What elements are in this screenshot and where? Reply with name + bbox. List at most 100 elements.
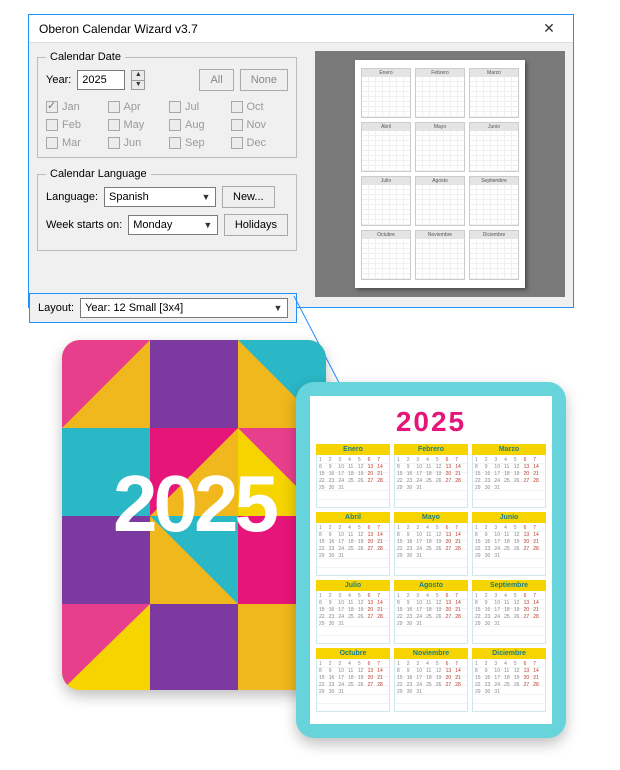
calendar-days: 1234567891011121314151617181920212223242… <box>319 525 387 560</box>
preview-month-head: Octubre <box>362 231 410 239</box>
month-label: Jul <box>185 101 199 113</box>
new-language-button[interactable]: New... <box>222 186 275 208</box>
month-checkbox-jul[interactable]: Jul <box>169 101 227 113</box>
spinner-up-icon[interactable]: ▲ <box>132 71 144 81</box>
preview-month: Julio <box>361 176 411 226</box>
weekstart-select[interactable]: Monday ▼ <box>128 215 218 235</box>
month-checkbox-sep[interactable]: Sep <box>169 137 227 149</box>
holidays-button[interactable]: Holidays <box>224 214 288 236</box>
month-label: Aug <box>185 119 205 131</box>
calendar-days: 1234567891011121314151617181920212223242… <box>397 593 465 628</box>
months-grid: Jan Apr Jul Oct Feb May Aug Nov Mar Jun Sep Dec <box>46 101 288 149</box>
spinner-down-icon[interactable]: ▼ <box>132 81 144 90</box>
preview-month-head: Febrero <box>416 69 464 77</box>
calendar-month-body: 1234567891011121314151617181920212223242… <box>394 523 468 576</box>
month-checkbox-apr[interactable]: Apr <box>108 101 166 113</box>
month-label: Jan <box>62 101 80 113</box>
preview-month-head: Diciembre <box>470 231 518 239</box>
year-row: Year: ▲ ▼ All None <box>46 69 288 91</box>
calendar-month: Julio12345678910111213141516171819202122… <box>316 580 390 644</box>
layout-row: Layout: Year: 12 Small [3x4] ▼ <box>29 293 297 323</box>
month-checkbox-feb[interactable]: Feb <box>46 119 104 131</box>
month-checkbox-oct[interactable]: Oct <box>231 101 289 113</box>
checkbox-icon <box>231 137 243 149</box>
preview-month-head: Mayo <box>416 123 464 131</box>
checkbox-icon <box>169 137 181 149</box>
preview-month: Enero <box>361 68 411 118</box>
preview-month-body <box>416 131 464 171</box>
left-panel: Calendar Date Year: ▲ ▼ All None JanAprJ… <box>37 51 297 261</box>
month-label: May <box>124 119 145 131</box>
language-select[interactable]: Spanish ▼ <box>104 187 216 207</box>
preview-month-body <box>470 239 518 279</box>
calendar-month-head: Octubre <box>316 648 390 659</box>
calendar-month: Abril 12345678910111213141516171819202122… <box>316 512 390 576</box>
month-checkbox-mar[interactable]: Mar <box>46 137 104 149</box>
preview-month-body <box>470 77 518 117</box>
chevron-down-icon: ▼ <box>201 218 215 232</box>
calendar-card: 2025 Enero123456789101112131415161718192… <box>296 382 566 738</box>
preview-month-body <box>362 131 410 171</box>
preview-month-body <box>362 239 410 279</box>
language-value: Spanish <box>109 191 149 203</box>
calendar-month: Octubre 123456789101112131415161718192021… <box>316 648 390 712</box>
calendar-month-body: 1234567891011121314151617181920212223242… <box>472 523 546 576</box>
checkbox-icon <box>169 101 181 113</box>
year-label: Year: <box>46 74 71 86</box>
preview-month-head: Enero <box>362 69 410 77</box>
year-spinner[interactable]: ▲ ▼ <box>131 70 145 90</box>
calendar-month-head: Abril <box>316 512 390 523</box>
calendar-month-head: Noviembre <box>394 648 468 659</box>
checkbox-icon <box>231 119 243 131</box>
month-checkbox-nov[interactable]: Nov <box>231 119 289 131</box>
preview-month: Marzo <box>469 68 519 118</box>
month-label: Sep <box>185 137 205 149</box>
preview-pane: EneroFebreroMarzoAbrilMayoJunioJulioAgos… <box>315 51 565 297</box>
calendar-month: Junio12345678910111213141516171819202122… <box>472 512 546 576</box>
all-button[interactable]: All <box>199 69 233 91</box>
calendar-month-body: 1234567891011121314151617181920212223242… <box>316 523 390 576</box>
preview-month-head: Abril <box>362 123 410 131</box>
chevron-down-icon: ▼ <box>199 190 213 204</box>
checkbox-icon <box>46 119 58 131</box>
preview-month-body <box>362 185 410 225</box>
preview-month: Mayo <box>415 122 465 172</box>
cover-year: 2025 <box>62 458 326 550</box>
calendar-month-head: Septiembre <box>472 580 546 591</box>
calendar-language-group: Calendar Language Language: Spanish ▼ Ne… <box>37 168 297 251</box>
calendar-month-body: 1234567891011121314151617181920212223242… <box>394 659 468 712</box>
month-checkbox-aug[interactable]: Aug <box>169 119 227 131</box>
month-checkbox-dec[interactable]: Dec <box>231 137 289 149</box>
year-input[interactable] <box>77 70 125 90</box>
calendar-month-head: Mayo <box>394 512 468 523</box>
output-cards: 2025 2025 Enero1234567891011121314151617… <box>62 340 562 740</box>
preview-month-body <box>470 185 518 225</box>
month-label: Oct <box>247 101 264 113</box>
layout-label: Layout: <box>38 302 74 314</box>
month-checkbox-jun[interactable]: Jun <box>108 137 166 149</box>
preview-month-head: Junio <box>470 123 518 131</box>
close-button[interactable]: ✕ <box>529 18 569 40</box>
month-label: Mar <box>62 137 81 149</box>
month-checkbox-may[interactable]: May <box>108 119 166 131</box>
layout-select[interactable]: Year: 12 Small [3x4] ▼ <box>80 298 288 318</box>
calendar-days: 1234567891011121314151617181920212223242… <box>319 457 387 492</box>
calendar-date-group: Calendar Date Year: ▲ ▼ All None JanAprJ… <box>37 51 297 158</box>
chevron-down-icon: ▼ <box>271 301 285 315</box>
month-label: Apr <box>124 101 141 113</box>
dialog-body: Calendar Date Year: ▲ ▼ All None JanAprJ… <box>29 43 573 307</box>
calendar-language-legend: Calendar Language <box>46 168 151 180</box>
calendar-month-head: Junio <box>472 512 546 523</box>
preview-month-body <box>416 185 464 225</box>
language-row: Language: Spanish ▼ New... <box>46 186 288 208</box>
calendar-date-legend: Calendar Date <box>46 51 125 63</box>
calendar-month-body: 1234567891011121314151617181920212223242… <box>394 591 468 644</box>
none-button[interactable]: None <box>240 69 288 91</box>
calendar-month-body: 1234567891011121314151617181920212223242… <box>472 455 546 508</box>
calendar-days: 1234567891011121314151617181920212223242… <box>319 661 387 696</box>
calendar-month-body: 1234567891011121314151617181920212223242… <box>316 591 390 644</box>
calendar-month-body: 1234567891011121314151617181920212223242… <box>394 455 468 508</box>
calendar-month: Agosto1234567891011121314151617181920212… <box>394 580 468 644</box>
month-checkbox-jan[interactable]: Jan <box>46 101 104 113</box>
close-icon: ✕ <box>543 20 555 37</box>
